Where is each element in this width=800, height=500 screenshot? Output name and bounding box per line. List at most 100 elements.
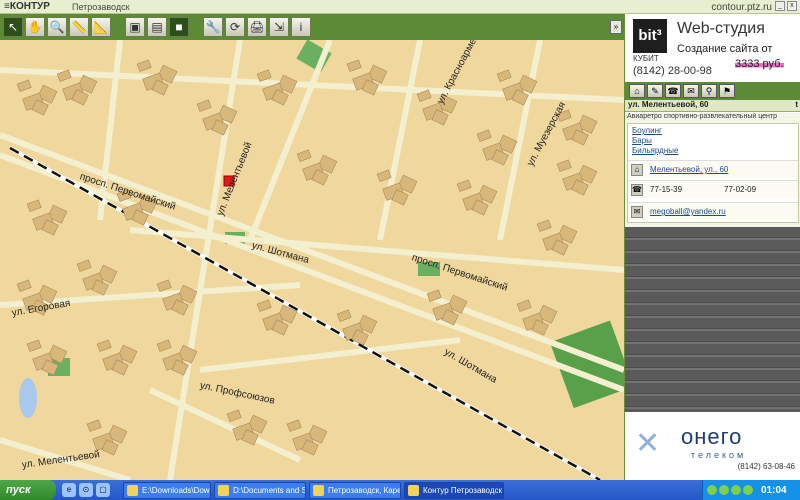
ad-phone: (8142) 28-00-98 xyxy=(633,65,712,77)
building xyxy=(256,69,272,82)
edit-icon[interactable]: ✎ xyxy=(647,84,663,98)
taskbar-task-label: E:\Downloads\Downl... xyxy=(142,485,210,495)
window-icon xyxy=(408,484,419,496)
building xyxy=(516,299,532,312)
close-button[interactable]: x xyxy=(787,1,797,11)
map-toolbar: ↖ ✋ 🔍 📏 📐 ▣ ▤ ■ 🔧 ⟳ 🖨 ⇲ i » xyxy=(0,14,624,40)
title-bar: ≡КОНТУР Петрозаводск contour.ptz.ru _ x xyxy=(0,0,800,14)
link-billiards[interactable]: Бильярдные xyxy=(632,146,678,155)
building xyxy=(536,219,552,232)
toolbar-expand-button[interactable]: » xyxy=(610,20,622,34)
building xyxy=(496,69,512,82)
railway-dashes xyxy=(9,146,601,480)
tray-icon[interactable] xyxy=(743,485,753,495)
building xyxy=(476,129,492,142)
refresh-icon[interactable]: ⟳ xyxy=(225,17,245,37)
tray-icon[interactable] xyxy=(719,485,729,495)
start-button[interactable]: пуск xyxy=(0,480,56,500)
link-bowling[interactable]: Боулинг xyxy=(632,126,662,135)
site-url[interactable]: contour.ptz.ru xyxy=(711,2,772,13)
phone-icon: ☎ xyxy=(631,184,643,196)
object-info: Авиаретро спортивно-развлекательный цент… xyxy=(625,113,800,227)
media-icon[interactable]: ⊙ xyxy=(79,483,93,497)
layer-green-icon[interactable]: ▣ xyxy=(125,17,145,37)
taskbar-task[interactable]: D:\Documents and Se... xyxy=(214,481,306,499)
panel-toolbar: ⌂ ✎ ☎ ✉ ⚲ ⚑ xyxy=(625,82,800,100)
minimize-button[interactable]: _ xyxy=(775,1,785,11)
panel-close-button[interactable]: t xyxy=(795,100,798,109)
app-logo: ≡КОНТУР xyxy=(4,1,50,12)
window-controls: _ x xyxy=(775,1,797,11)
mail-icon[interactable]: ✉ xyxy=(683,84,699,98)
taskbar-task-label: Петрозаводск, Каре... xyxy=(328,485,401,495)
ie-icon[interactable]: e xyxy=(62,483,76,497)
panel-title: ул. Мелентьевой, 60 t xyxy=(625,100,800,112)
desktop-icon[interactable]: ▢ xyxy=(96,483,110,497)
tray-icon[interactable] xyxy=(707,485,717,495)
building xyxy=(256,299,272,312)
phone-2: 77-02-09 xyxy=(724,185,757,194)
onego-phone: (8142) 63-08-46 xyxy=(737,462,795,471)
ad-title: Web-студия xyxy=(677,20,765,37)
clock: 01:04 xyxy=(761,484,787,496)
building xyxy=(76,259,92,272)
building xyxy=(196,99,212,112)
map-canvas[interactable] xyxy=(0,40,624,480)
export-icon[interactable]: ⇲ xyxy=(269,17,289,37)
search-icon[interactable]: ⚲ xyxy=(701,84,717,98)
taskbar-task[interactable]: Петрозаводск, Каре... xyxy=(309,481,401,499)
layer-map-icon[interactable]: ▤ xyxy=(147,17,167,37)
zoom-icon[interactable]: 🔍 xyxy=(47,17,67,37)
tray-icon[interactable] xyxy=(731,485,741,495)
phone-icon[interactable]: ☎ xyxy=(665,84,681,98)
building xyxy=(156,339,172,352)
onego-sub: телеком xyxy=(691,450,747,460)
taskbar-task-label: Контур Петрозаводск xyxy=(423,485,502,495)
email-link[interactable]: megoball@yandex.ru xyxy=(650,207,726,216)
tools-icon[interactable]: 🔧 xyxy=(203,17,223,37)
onego-name: онего xyxy=(681,424,743,449)
webstudio-ad[interactable]: bit³ КУБИТ Web-студия Создание сайта от … xyxy=(625,14,800,82)
phone-row: ☎ 77-15-39 77-02-09 xyxy=(628,180,798,198)
address-row: ⌂ Мелентьевой, ул., 60 xyxy=(628,160,798,178)
info-box: Боулинг Бары Бильярдные ⌂ Мелентьевой, у… xyxy=(627,123,799,223)
window-icon xyxy=(313,484,324,496)
building xyxy=(86,419,102,432)
building xyxy=(336,309,352,322)
building xyxy=(96,339,112,352)
quick-launch: e ⊙ ▢ xyxy=(62,483,120,497)
layer-square-icon[interactable]: ■ xyxy=(169,17,189,37)
email-row: ✉ megoball@yandex.ru xyxy=(628,202,798,220)
flag-icon[interactable]: ⚑ xyxy=(719,84,735,98)
home-icon[interactable]: ⌂ xyxy=(629,84,645,98)
info-icon[interactable]: i xyxy=(291,17,311,37)
pond xyxy=(19,378,37,418)
ad-line: Создание сайта от xyxy=(677,43,773,55)
building xyxy=(136,59,152,72)
ruler-icon[interactable]: 📏 xyxy=(69,17,89,37)
bit-logo: bit³ xyxy=(633,19,667,53)
empty-list-area xyxy=(625,227,800,412)
pointer-icon[interactable]: ↖ xyxy=(3,17,23,37)
onego-ad[interactable]: ✕ онего телеком (8142) 63-08-46 xyxy=(625,412,800,480)
building xyxy=(16,79,32,92)
taskbar-task[interactable]: E:\Downloads\Downl... xyxy=(123,481,211,499)
measure-icon[interactable]: 📐 xyxy=(91,17,111,37)
building xyxy=(226,409,242,422)
link-bars[interactable]: Бары xyxy=(632,136,652,145)
map-view[interactable]: просп. Первомайский ул. Мелентьевой ул. … xyxy=(0,40,624,480)
print-icon[interactable]: 🖨 xyxy=(247,17,267,37)
bit-logo-sub: КУБИТ xyxy=(633,54,659,63)
building xyxy=(26,339,42,352)
building xyxy=(556,159,572,172)
address-link[interactable]: Мелентьевой, ул., 60 xyxy=(650,165,728,174)
building xyxy=(16,279,32,292)
taskbar-task[interactable]: Контур Петрозаводск xyxy=(404,481,504,499)
app-city: Петрозаводск xyxy=(72,2,130,12)
taskbar: пуск e ⊙ ▢ E:\Downloads\Downl... D:\Docum… xyxy=(0,480,800,500)
taskbar-task-label: D:\Documents and Se... xyxy=(233,485,305,495)
building xyxy=(156,279,172,292)
roads xyxy=(0,40,624,480)
building xyxy=(286,419,302,432)
hand-icon[interactable]: ✋ xyxy=(25,17,45,37)
